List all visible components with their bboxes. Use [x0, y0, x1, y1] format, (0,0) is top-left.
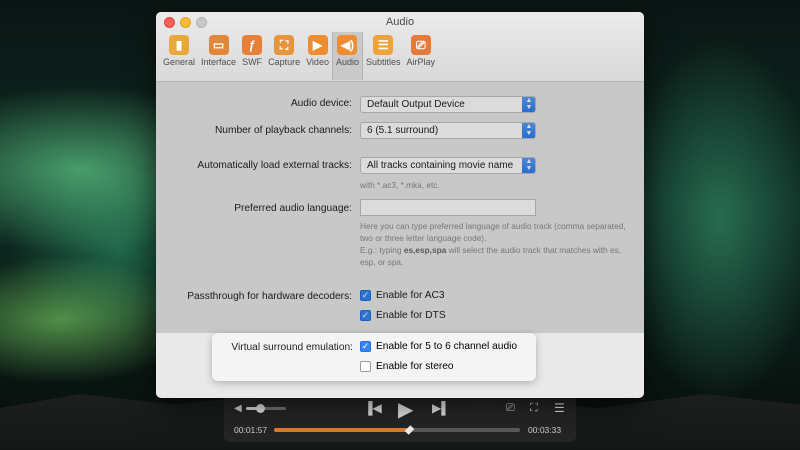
- tab-general[interactable]: ▮ General: [160, 32, 198, 80]
- popup-arrows-icon: ▲ ▼: [522, 158, 535, 173]
- passthrough-label: Passthrough for hardware decoders:: [187, 291, 352, 302]
- interface-icon: ▭: [208, 35, 229, 55]
- tab-video[interactable]: ▶ Video: [303, 32, 332, 80]
- tab-audio[interactable]: ◀) Audio: [331, 32, 363, 80]
- playlist-icon[interactable]: ☰: [554, 401, 565, 415]
- progress-knob[interactable]: [404, 425, 415, 435]
- tab-interface[interactable]: ▭ Interface: [198, 32, 239, 80]
- airplay-icon: ⎚: [410, 35, 431, 55]
- six-channel-label: Enable for 5 to 6 channel audio: [376, 341, 518, 352]
- tab-swf[interactable]: ƒ SWF: [239, 32, 265, 80]
- volume-icon[interactable]: ◀: [234, 403, 242, 414]
- tab-capture[interactable]: ⛶ Capture: [265, 32, 303, 80]
- play-button[interactable]: ▶: [398, 397, 413, 422]
- window-title: Audio: [385, 16, 415, 28]
- surround-stereo-checkbox[interactable]: Enable for stereo: [360, 361, 454, 372]
- preferred-language-input[interactable]: [360, 199, 536, 216]
- checkbox-icon: [360, 361, 371, 372]
- previous-button[interactable]: ▐◀: [364, 401, 382, 415]
- tab-label: Interface: [201, 57, 237, 67]
- external-tracks-hint: with *.ac3, *.mka, etc.: [360, 180, 440, 190]
- fullscreen-icon[interactable]: ⛶: [530, 402, 538, 415]
- preferences-toolbar: ▮ General ▭ Interface ƒ SWF ⛶ Capture ▶ Video ◀) Au…: [160, 32, 438, 80]
- external-tracks-value: All tracks containing movie name: [367, 160, 514, 171]
- tab-subtitles[interactable]: ☰ Subtitles: [363, 32, 404, 80]
- next-button[interactable]: ▶▌: [432, 401, 450, 415]
- tab-label: Subtitles: [365, 57, 401, 67]
- swf-icon: ƒ: [242, 35, 263, 55]
- channels-popup[interactable]: 6 (5.1 surround) ▲ ▼: [360, 122, 536, 139]
- virtual-surround-label: Virtual surround emulation:: [231, 342, 353, 353]
- progress-bar[interactable]: [274, 425, 520, 435]
- airplay-icon[interactable]: ⎚: [506, 402, 515, 415]
- stereo-label: Enable for stereo: [376, 361, 454, 372]
- volume-slider[interactable]: [246, 404, 286, 413]
- checkbox-icon: ✓: [360, 290, 371, 301]
- passthrough-ac3-checkbox[interactable]: ✓ Enable for AC3: [360, 290, 445, 301]
- tab-label: AirPlay: [406, 57, 436, 67]
- channels-label: Number of playback channels:: [214, 125, 352, 136]
- passthrough-dts-checkbox[interactable]: ✓ Enable for DTS: [360, 310, 446, 321]
- audio-device-value: Default Output Device: [367, 99, 465, 110]
- tab-label: Audio: [335, 57, 359, 67]
- audio-device-label: Audio device:: [290, 98, 352, 109]
- audio-device-popup[interactable]: Default Output Device ▲ ▼: [360, 96, 536, 113]
- hint-example-code: es,esp,spa: [403, 245, 447, 255]
- progress-fill: [274, 428, 410, 432]
- general-icon: ▮: [169, 35, 190, 55]
- tab-label: Capture: [268, 57, 301, 67]
- surround-six-channel-checkbox[interactable]: ✓ Enable for 5 to 6 channel audio: [360, 341, 517, 352]
- popup-arrows-icon: ▲ ▼: [522, 97, 535, 112]
- dts-label: Enable for DTS: [376, 310, 446, 321]
- popup-arrows-icon: ▲ ▼: [522, 123, 535, 138]
- channels-value: 6 (5.1 surround): [367, 125, 439, 136]
- checkbox-icon: ✓: [360, 310, 371, 321]
- tab-label: Video: [306, 57, 329, 67]
- external-tracks-label: Automatically load external tracks:: [197, 160, 352, 171]
- preferred-language-hint: Here you can type preferred language of …: [360, 220, 630, 268]
- volume-knob[interactable]: [256, 404, 265, 413]
- elapsed-time: 00:01:57: [234, 425, 268, 435]
- preferred-language-label: Preferred audio language:: [234, 203, 352, 214]
- checkbox-icon: ✓: [360, 341, 371, 352]
- tab-airplay[interactable]: ⎚ AirPlay: [404, 32, 439, 80]
- language-hint-line2: E.g.: typing es,esp,spa will select the …: [360, 244, 630, 268]
- video-icon: ▶: [307, 35, 328, 55]
- title-bar: Audio ▮ General ▭ Interface ƒ SWF ⛶ Capture ▶ Vid…: [156, 12, 644, 82]
- player-controls: ◀ ▐◀ ▶ ▶▌ ⎚ ⛶ ☰ 00:01:57 00:03:33: [224, 392, 576, 442]
- virtual-surround-highlight: Virtual surround emulation: ✓ Enable for…: [212, 333, 536, 381]
- hint-prefix: E.g.: typing: [360, 245, 404, 255]
- subtitles-icon: ☰: [373, 35, 394, 55]
- tab-label: General: [163, 57, 196, 67]
- audio-icon: ◀): [337, 35, 358, 55]
- ac3-label: Enable for AC3: [376, 290, 445, 301]
- language-hint-line1: Here you can type preferred language of …: [360, 221, 626, 243]
- tab-label: SWF: [242, 57, 263, 67]
- remaining-time: 00:03:33: [528, 425, 562, 435]
- external-tracks-popup[interactable]: All tracks containing movie name ▲ ▼: [360, 157, 536, 174]
- capture-icon: ⛶: [274, 35, 295, 55]
